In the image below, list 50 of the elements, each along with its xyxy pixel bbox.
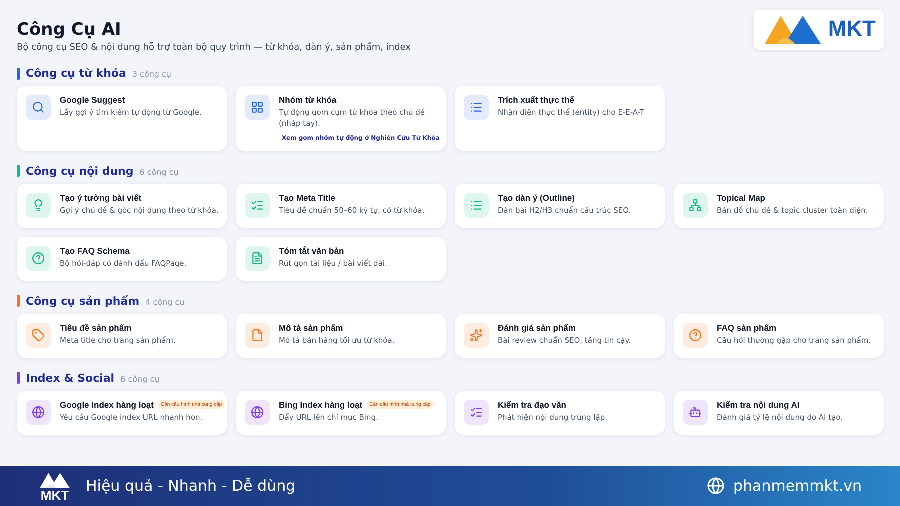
page-subtitle: Bộ công cụ SEO & nội dung hỗ trợ toàn bộ quy trình — từ khóa, dàn ý, sản phẩm, index xyxy=(17,43,412,53)
tool-title: Đánh giá sản phẩm xyxy=(498,322,576,333)
globe-icon xyxy=(26,400,51,425)
section-title: Công cụ nội dung xyxy=(26,164,134,178)
tool-title: Tạo FAQ Schema xyxy=(60,246,130,256)
tool-title: Topical Map xyxy=(717,192,766,203)
globe-icon xyxy=(245,400,270,425)
tool-title: Google Suggest xyxy=(60,95,126,105)
tool-title: Tạo dàn ý (Outline) xyxy=(498,192,575,203)
tool-title: Kiểm tra đạo văn xyxy=(498,400,566,410)
list-icon xyxy=(464,192,489,218)
list-icon xyxy=(464,95,489,120)
tool-title: Nhóm từ khóa xyxy=(279,95,337,105)
page-title: Công Cụ AI xyxy=(17,20,122,40)
mountain-logo-icon xyxy=(38,470,72,488)
tool-title: Kiểm tra nội dung AI xyxy=(717,400,800,410)
tool-title: Tiêu đề sản phẩm xyxy=(60,322,132,333)
grid-icon xyxy=(245,95,270,120)
file-icon xyxy=(245,322,270,348)
section-count: 6 công cụ xyxy=(120,374,160,384)
logo-text: MKT xyxy=(828,16,876,42)
lightbulb-icon xyxy=(26,192,51,218)
question-icon xyxy=(26,246,51,271)
footer-logo-text: MKT xyxy=(40,488,70,502)
section-count: 6 công cụ xyxy=(140,168,179,177)
section-title: Index & Social xyxy=(26,372,115,385)
globe-icon xyxy=(707,477,726,495)
section-title: Công cụ từ khóa xyxy=(26,67,126,80)
tool-title: Bing Index hàng loạt xyxy=(279,400,363,410)
tool-title: Mô tả sản phẩm xyxy=(279,322,344,333)
section-count: 4 công cụ xyxy=(146,298,185,307)
tool-title: Tóm tắt văn bản xyxy=(279,246,344,256)
section-title: Công cụ sản phẩm xyxy=(26,294,140,308)
tool-title: Trích xuất thực thể xyxy=(498,95,575,105)
website-link[interactable]: phanmemmkt.vn xyxy=(733,477,862,495)
tool-title: Tạo Meta Title xyxy=(279,192,336,203)
document-icon xyxy=(245,246,270,271)
tool-title: FAQ sản phẩm xyxy=(717,322,777,333)
question-icon xyxy=(683,322,708,348)
search-icon xyxy=(26,95,51,120)
tool-title: Tạo ý tưởng bài viết xyxy=(60,192,142,203)
tool-title: Google Index hàng loạt xyxy=(60,400,154,410)
checklist-icon xyxy=(464,400,489,425)
robot-icon xyxy=(683,400,708,425)
sparkles-icon xyxy=(464,322,489,348)
tag-icon xyxy=(26,322,51,348)
tagline: Hiệu quả - Nhanh - Dễ dùng xyxy=(86,477,296,495)
network-icon xyxy=(683,192,708,218)
checklist-icon xyxy=(245,192,270,218)
section-count: 3 công cụ xyxy=(132,70,172,79)
